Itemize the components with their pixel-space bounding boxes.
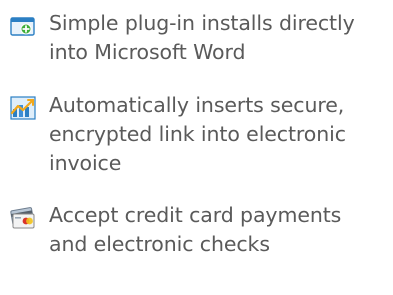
plugin-window-icon: [10, 14, 36, 38]
feature-item-payments: Accept credit card payments and electron…: [10, 201, 390, 259]
feature-line: encrypted link into electronic: [49, 122, 346, 146]
feature-item-plugin: Simple plug-in installs directly into Mi…: [10, 9, 390, 67]
feature-line: Simple plug-in installs directly: [49, 11, 355, 35]
feature-text-payments: Accept credit card payments and electron…: [49, 201, 341, 259]
feature-line: into Microsoft Word: [49, 40, 246, 64]
feature-line: invoice: [49, 151, 122, 175]
feature-text-secure-link: Automatically inserts secure, encrypted …: [49, 91, 346, 178]
feature-list: Simple plug-in installs directly into Mi…: [0, 0, 393, 295]
feature-line: and electronic checks: [49, 232, 270, 256]
feature-line: Automatically inserts secure,: [49, 93, 345, 117]
feature-item-secure-link: Automatically inserts secure, encrypted …: [10, 91, 390, 178]
feature-line: Accept credit card payments: [49, 203, 342, 227]
chart-link-icon: [10, 96, 36, 120]
credit-card-icon: [10, 206, 36, 230]
feature-text-plugin: Simple plug-in installs directly into Mi…: [49, 9, 355, 67]
